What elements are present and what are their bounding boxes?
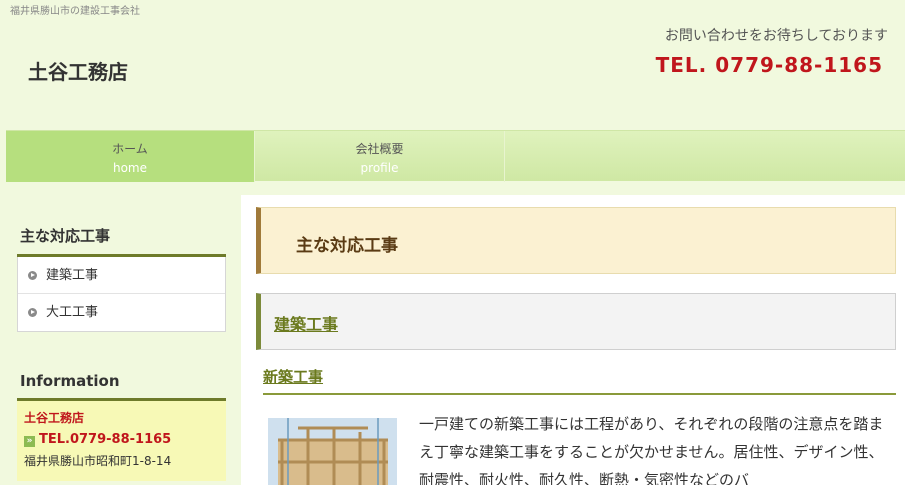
page-title: 主な対応工事 [296, 236, 398, 256]
arrow-icon: » [24, 436, 35, 447]
body-text: 一戸建ての新築工事には工程があり、それぞれの段階の注意点を踏まえ丁寧な建築工事を… [419, 415, 884, 485]
sidebar-item-building[interactable]: 建築工事 [18, 257, 225, 294]
nav-item-label-ja: ホーム [112, 142, 148, 156]
contact-tel[interactable]: TEL. 0779-88-1165 [656, 53, 883, 77]
sidebar-heading: 主な対応工事 [17, 195, 226, 257]
site-tagline: 福井県勝山市の建設工事会社 [10, 6, 140, 17]
sidebar-list: 建築工事 大工工事 [17, 257, 226, 332]
nav-item-profile[interactable]: 会社概要 profile [255, 131, 505, 182]
subsection-title-link[interactable]: 新築工事 [263, 368, 323, 386]
info-company-name: 土谷工務店 [24, 411, 85, 425]
contact-message: お問い合わせをお待ちしております [664, 28, 888, 44]
info-tel[interactable]: » TEL.0779-88-1165 [24, 432, 219, 447]
nav-item-label-en: profile [360, 161, 399, 175]
sidebar-item-label: 大工工事 [46, 305, 99, 320]
sidebar-item-label: 建築工事 [46, 268, 99, 283]
main-content: 主な対応工事 建築工事 新築工事 一戸建ての新築工事には工程があり、それぞれの段… [241, 195, 905, 485]
subsection-heading: 新築工事 [263, 366, 896, 395]
info-box: 土谷工務店 » TEL.0779-88-1165 福井県勝山市昭和町1-8-14 [17, 401, 226, 481]
nav-item-label-ja: 会社概要 [355, 142, 404, 156]
main-nav: ホーム home 会社概要 profile [6, 130, 905, 182]
arrow-bullet-icon [28, 308, 37, 317]
page-heading-box: 主な対応工事 [256, 207, 896, 274]
section-heading-box: 建築工事 [256, 293, 896, 350]
nav-item-home[interactable]: ホーム home [6, 131, 255, 182]
construction-photo [268, 418, 397, 485]
info-address: 福井県勝山市昭和町1-8-14 [24, 454, 172, 468]
nav-item-label-en: home [112, 161, 148, 175]
arrow-bullet-icon [28, 271, 37, 280]
info-tel-number: TEL.0779-88-1165 [39, 432, 172, 447]
sidebar-item-carpentry[interactable]: 大工工事 [18, 294, 225, 331]
site-title[interactable]: 土谷工務店 [28, 56, 128, 85]
section-title-link[interactable]: 建築工事 [274, 311, 895, 335]
info-heading: Information [17, 372, 226, 401]
sidebar: 主な対応工事 建築工事 大工工事 Information 土谷工務店 » TEL.… [17, 195, 226, 481]
